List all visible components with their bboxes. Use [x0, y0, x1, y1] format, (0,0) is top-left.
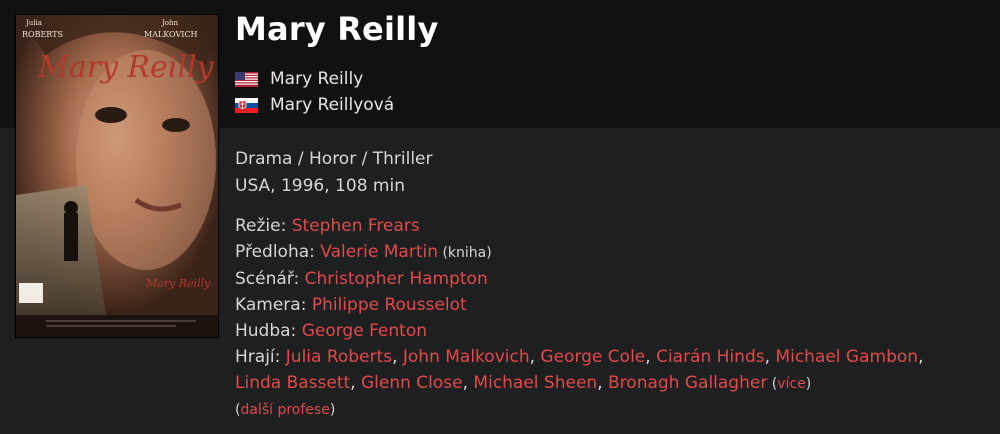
film-title: Mary Reilly [235, 10, 439, 48]
person-link[interactable]: Michael Sheen [473, 373, 597, 393]
person-link[interactable]: Bronagh Gallagher [608, 373, 767, 393]
alternate-titles: Mary Reilly Mary Reillyová [235, 66, 394, 118]
credit-label: Kamera: [235, 295, 312, 315]
title-row-sk: Mary Reillyová [235, 92, 394, 118]
genres: Drama / Horor / Thriller [235, 149, 433, 169]
us-flag-icon [235, 71, 258, 87]
credit-label: Režie: [235, 216, 292, 236]
separator: , [764, 347, 776, 367]
poster-image[interactable]: Julia ROBERTS John MALKOVICH Mary Reilly… [15, 14, 219, 338]
credit-label: Předloha: [235, 242, 321, 262]
credit-note: (kniha) [438, 245, 492, 261]
more-open: ( [767, 376, 778, 392]
poster-bottom-script: Mary Reilly [145, 277, 211, 290]
title-us-text: Mary Reilly [270, 69, 364, 89]
separator: , [645, 347, 657, 367]
more-cast-link[interactable]: více [777, 376, 806, 392]
credit-music: Hudba: George Fenton [235, 318, 975, 344]
credit-source: Předloha: Valerie Martin (kniha) [235, 239, 975, 266]
other-professions-row: (další profese) [235, 397, 975, 423]
separator: , [918, 347, 924, 367]
credit-cast: Hrají: Julia Roberts, John Malkovich, Ge… [235, 344, 975, 397]
title-sk-text: Mary Reillyová [270, 95, 395, 115]
person-link[interactable]: Philippe Rousselot [312, 295, 467, 315]
person-link[interactable]: Glenn Close [361, 373, 463, 393]
separator: , [597, 373, 609, 393]
film-info: Drama / Horor / Thriller USA, 1996, 108 … [235, 146, 975, 423]
separator: , [529, 347, 541, 367]
other-close: ) [329, 402, 336, 418]
sk-flag-icon [235, 97, 258, 113]
person-link[interactable]: Valerie Martin [320, 242, 438, 262]
poster-actor2-first: John [161, 19, 179, 27]
origin: USA, 1996, 108 min [235, 176, 405, 196]
poster-actor1-last: ROBERTS [22, 30, 63, 39]
person-link[interactable]: Christopher Hampton [305, 269, 488, 289]
person-link[interactable]: John Malkovich [403, 347, 530, 367]
separator: , [350, 373, 361, 393]
poster-art: Julia ROBERTS John MALKOVICH Mary Reilly… [16, 15, 218, 337]
separator: , [392, 347, 403, 367]
separator: , [462, 373, 474, 393]
person-link[interactable]: Linda Bassett [235, 373, 350, 393]
person-link[interactable]: Julia Roberts [286, 347, 392, 367]
credit-screenplay: Scénář: Christopher Hampton [235, 266, 975, 292]
person-link[interactable]: George Fenton [302, 321, 427, 341]
title-row-us: Mary Reilly [235, 66, 394, 92]
credit-camera: Kamera: Philippe Rousselot [235, 292, 975, 318]
credit-label: Scénář: [235, 269, 305, 289]
person-link[interactable]: Ciarán Hinds [656, 347, 765, 367]
person-link[interactable]: Michael Gambon [775, 347, 918, 367]
poster-actor1-first: Julia [25, 19, 42, 27]
credit-label: Hudba: [235, 321, 302, 341]
credits: Režie: Stephen Frears Předloha: Valerie … [235, 213, 975, 423]
more-close: ) [805, 376, 812, 392]
credit-directing: Režie: Stephen Frears [235, 213, 975, 239]
poster-script-title: Mary Reilly [37, 50, 215, 85]
credit-label: Hrají: [235, 347, 286, 367]
poster-actor2-last: MALKOVICH [144, 30, 198, 39]
person-link[interactable]: George Cole [540, 347, 645, 367]
other-professions-link[interactable]: další profese [240, 402, 329, 418]
person-link[interactable]: Stephen Frears [292, 216, 420, 236]
